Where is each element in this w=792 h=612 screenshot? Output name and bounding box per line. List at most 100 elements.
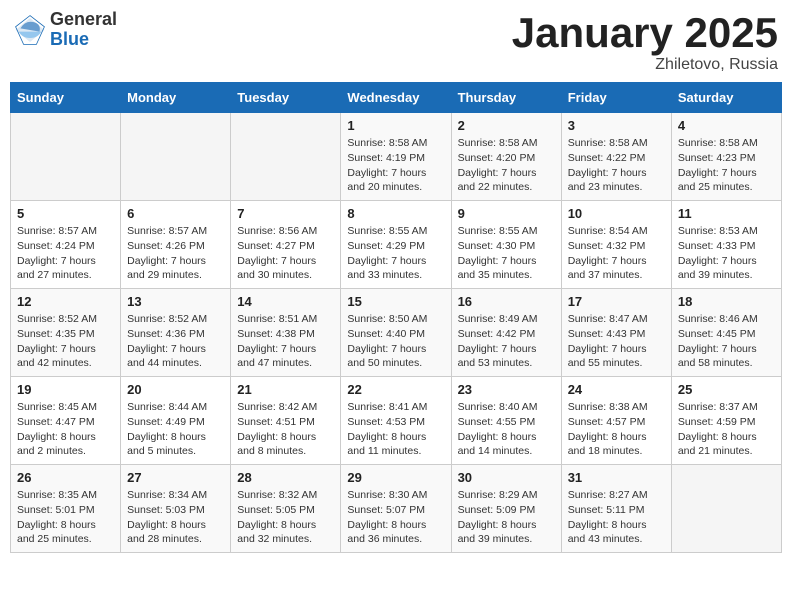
calendar-cell: 2 Sunrise: 8:58 AMSunset: 4:20 PMDayligh… [451,113,561,201]
day-number: 7 [237,206,334,221]
calendar-body: 1 Sunrise: 8:58 AMSunset: 4:19 PMDayligh… [11,113,782,553]
day-info: Sunrise: 8:47 AMSunset: 4:43 PMDaylight:… [568,312,665,371]
day-info: Sunrise: 8:57 AMSunset: 4:26 PMDaylight:… [127,224,224,283]
day-number: 1 [347,118,444,133]
calendar-cell: 11 Sunrise: 8:53 AMSunset: 4:33 PMDaylig… [671,201,781,289]
header-row: SundayMondayTuesdayWednesdayThursdayFrid… [11,83,782,113]
day-header: Sunday [11,83,121,113]
day-number: 26 [17,470,114,485]
day-number: 15 [347,294,444,309]
day-number: 17 [568,294,665,309]
day-info: Sunrise: 8:58 AMSunset: 4:19 PMDaylight:… [347,136,444,195]
day-number: 2 [458,118,555,133]
day-number: 4 [678,118,775,133]
day-info: Sunrise: 8:45 AMSunset: 4:47 PMDaylight:… [17,400,114,459]
day-info: Sunrise: 8:30 AMSunset: 5:07 PMDaylight:… [347,488,444,547]
day-info: Sunrise: 8:29 AMSunset: 5:09 PMDaylight:… [458,488,555,547]
calendar-cell: 31 Sunrise: 8:27 AMSunset: 5:11 PMDaylig… [561,465,671,553]
calendar-cell: 12 Sunrise: 8:52 AMSunset: 4:35 PMDaylig… [11,289,121,377]
day-number: 12 [17,294,114,309]
day-header: Tuesday [231,83,341,113]
calendar-cell: 25 Sunrise: 8:37 AMSunset: 4:59 PMDaylig… [671,377,781,465]
calendar-week-row: 12 Sunrise: 8:52 AMSunset: 4:35 PMDaylig… [11,289,782,377]
calendar-week-row: 5 Sunrise: 8:57 AMSunset: 4:24 PMDayligh… [11,201,782,289]
day-header: Saturday [671,83,781,113]
day-number: 25 [678,382,775,397]
calendar-cell: 30 Sunrise: 8:29 AMSunset: 5:09 PMDaylig… [451,465,561,553]
calendar-week-row: 1 Sunrise: 8:58 AMSunset: 4:19 PMDayligh… [11,113,782,201]
calendar-cell: 18 Sunrise: 8:46 AMSunset: 4:45 PMDaylig… [671,289,781,377]
day-info: Sunrise: 8:27 AMSunset: 5:11 PMDaylight:… [568,488,665,547]
day-number: 11 [678,206,775,221]
day-info: Sunrise: 8:52 AMSunset: 4:36 PMDaylight:… [127,312,224,371]
calendar-cell: 14 Sunrise: 8:51 AMSunset: 4:38 PMDaylig… [231,289,341,377]
calendar-table: SundayMondayTuesdayWednesdayThursdayFrid… [10,82,782,553]
calendar-cell: 16 Sunrise: 8:49 AMSunset: 4:42 PMDaylig… [451,289,561,377]
day-info: Sunrise: 8:53 AMSunset: 4:33 PMDaylight:… [678,224,775,283]
day-info: Sunrise: 8:50 AMSunset: 4:40 PMDaylight:… [347,312,444,371]
logo-blue: Blue [50,30,117,50]
calendar-cell: 26 Sunrise: 8:35 AMSunset: 5:01 PMDaylig… [11,465,121,553]
day-info: Sunrise: 8:58 AMSunset: 4:23 PMDaylight:… [678,136,775,195]
day-info: Sunrise: 8:54 AMSunset: 4:32 PMDaylight:… [568,224,665,283]
day-number: 16 [458,294,555,309]
calendar-cell: 15 Sunrise: 8:50 AMSunset: 4:40 PMDaylig… [341,289,451,377]
day-number: 14 [237,294,334,309]
day-number: 18 [678,294,775,309]
day-info: Sunrise: 8:40 AMSunset: 4:55 PMDaylight:… [458,400,555,459]
calendar-cell: 27 Sunrise: 8:34 AMSunset: 5:03 PMDaylig… [121,465,231,553]
day-number: 28 [237,470,334,485]
calendar-cell: 3 Sunrise: 8:58 AMSunset: 4:22 PMDayligh… [561,113,671,201]
day-header: Monday [121,83,231,113]
calendar-cell: 7 Sunrise: 8:56 AMSunset: 4:27 PMDayligh… [231,201,341,289]
day-number: 9 [458,206,555,221]
logo-general: General [50,10,117,30]
logo: General Blue [14,10,117,50]
day-info: Sunrise: 8:58 AMSunset: 4:22 PMDaylight:… [568,136,665,195]
calendar-week-row: 26 Sunrise: 8:35 AMSunset: 5:01 PMDaylig… [11,465,782,553]
logo-icon [14,14,46,46]
day-number: 31 [568,470,665,485]
day-info: Sunrise: 8:56 AMSunset: 4:27 PMDaylight:… [237,224,334,283]
day-number: 5 [17,206,114,221]
day-info: Sunrise: 8:35 AMSunset: 5:01 PMDaylight:… [17,488,114,547]
calendar-header: SundayMondayTuesdayWednesdayThursdayFrid… [11,83,782,113]
calendar-cell: 6 Sunrise: 8:57 AMSunset: 4:26 PMDayligh… [121,201,231,289]
day-number: 10 [568,206,665,221]
day-number: 6 [127,206,224,221]
day-number: 3 [568,118,665,133]
day-header: Thursday [451,83,561,113]
day-info: Sunrise: 8:55 AMSunset: 4:29 PMDaylight:… [347,224,444,283]
calendar-cell: 20 Sunrise: 8:44 AMSunset: 4:49 PMDaylig… [121,377,231,465]
day-info: Sunrise: 8:42 AMSunset: 4:51 PMDaylight:… [237,400,334,459]
page-header: General Blue January 2025 Zhiletovo, Rus… [10,10,782,74]
calendar-cell: 28 Sunrise: 8:32 AMSunset: 5:05 PMDaylig… [231,465,341,553]
calendar-cell: 24 Sunrise: 8:38 AMSunset: 4:57 PMDaylig… [561,377,671,465]
calendar-cell: 8 Sunrise: 8:55 AMSunset: 4:29 PMDayligh… [341,201,451,289]
day-number: 27 [127,470,224,485]
day-number: 20 [127,382,224,397]
logo-text: General Blue [50,10,117,50]
day-info: Sunrise: 8:51 AMSunset: 4:38 PMDaylight:… [237,312,334,371]
day-info: Sunrise: 8:34 AMSunset: 5:03 PMDaylight:… [127,488,224,547]
day-info: Sunrise: 8:57 AMSunset: 4:24 PMDaylight:… [17,224,114,283]
calendar-cell: 13 Sunrise: 8:52 AMSunset: 4:36 PMDaylig… [121,289,231,377]
calendar-cell: 10 Sunrise: 8:54 AMSunset: 4:32 PMDaylig… [561,201,671,289]
day-info: Sunrise: 8:55 AMSunset: 4:30 PMDaylight:… [458,224,555,283]
calendar-cell: 4 Sunrise: 8:58 AMSunset: 4:23 PMDayligh… [671,113,781,201]
day-info: Sunrise: 8:44 AMSunset: 4:49 PMDaylight:… [127,400,224,459]
calendar-cell: 29 Sunrise: 8:30 AMSunset: 5:07 PMDaylig… [341,465,451,553]
day-number: 29 [347,470,444,485]
calendar-cell: 1 Sunrise: 8:58 AMSunset: 4:19 PMDayligh… [341,113,451,201]
day-info: Sunrise: 8:58 AMSunset: 4:20 PMDaylight:… [458,136,555,195]
calendar-cell: 5 Sunrise: 8:57 AMSunset: 4:24 PMDayligh… [11,201,121,289]
day-info: Sunrise: 8:52 AMSunset: 4:35 PMDaylight:… [17,312,114,371]
calendar-cell: 22 Sunrise: 8:41 AMSunset: 4:53 PMDaylig… [341,377,451,465]
calendar-cell: 17 Sunrise: 8:47 AMSunset: 4:43 PMDaylig… [561,289,671,377]
day-number: 21 [237,382,334,397]
calendar-cell [121,113,231,201]
day-number: 8 [347,206,444,221]
calendar-cell: 23 Sunrise: 8:40 AMSunset: 4:55 PMDaylig… [451,377,561,465]
day-info: Sunrise: 8:41 AMSunset: 4:53 PMDaylight:… [347,400,444,459]
day-number: 24 [568,382,665,397]
